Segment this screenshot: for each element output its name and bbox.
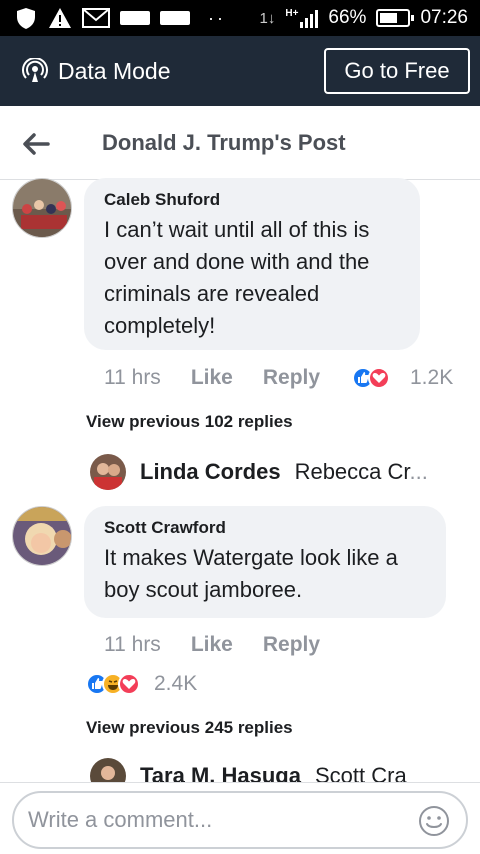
- reaction-summary[interactable]: 1.2K: [352, 366, 453, 390]
- view-previous-replies-link[interactable]: View previous 245 replies: [86, 718, 293, 738]
- reply-button[interactable]: Reply: [263, 633, 320, 657]
- signal-icon: H+: [285, 8, 319, 28]
- data-mode-label: Data Mode: [58, 57, 171, 84]
- notification-icon: [160, 11, 190, 25]
- love-reaction-icon: [368, 367, 390, 389]
- comment-time: 11 hrs: [104, 366, 161, 389]
- like-button[interactable]: Like: [191, 633, 233, 657]
- data-mode-bar: Data Mode Go to Free: [0, 36, 480, 106]
- reply-author: Linda Cordes: [140, 459, 281, 484]
- comment-actions: 11 hrs Like Reply: [104, 633, 350, 657]
- page-title: Donald J. Trump's Post: [102, 130, 346, 155]
- status-bar: ·· 1↓ H+ 66% 07:26: [0, 0, 480, 36]
- comment-bubble: Scott Crawford It makes Watergate look l…: [84, 506, 446, 618]
- status-notifications: ··: [14, 6, 226, 30]
- comment-author[interactable]: Scott Crawford: [104, 518, 426, 538]
- reaction-count: 2.4K: [154, 672, 198, 695]
- view-previous-replies-link[interactable]: View previous 102 replies: [86, 412, 293, 432]
- avatar[interactable]: [12, 506, 72, 566]
- gmail-icon: [82, 8, 110, 28]
- reaction-summary[interactable]: 2.4K: [86, 672, 197, 696]
- post-header: Donald J. Trump's Post: [0, 106, 480, 180]
- go-to-free-button[interactable]: Go to Free: [324, 48, 470, 94]
- comment-input[interactable]: [28, 801, 408, 839]
- data-arrows: 1↓: [259, 9, 276, 27]
- comment-composer: [12, 791, 468, 849]
- reply-text: Rebecca Cr: [294, 459, 410, 484]
- comment-author[interactable]: Caleb Shuford: [104, 190, 400, 210]
- reply-preview[interactable]: Linda Cordes Rebecca Cr...: [90, 454, 428, 490]
- battery-percent: 66%: [328, 7, 367, 28]
- broadcast-icon: [22, 58, 48, 82]
- reply-button[interactable]: Reply: [263, 366, 320, 390]
- reply-ellipsis: ...: [409, 459, 428, 484]
- status-right: 1↓ H+ 66% 07:26: [260, 0, 468, 36]
- network-type: H+: [285, 8, 299, 19]
- data-mode-label-group: Data Mode: [22, 36, 171, 106]
- comment-actions: 11 hrs Like Reply: [104, 366, 350, 390]
- love-reaction-icon: [118, 673, 140, 695]
- battery-icon: [376, 9, 415, 27]
- emoji-icon[interactable]: [418, 805, 450, 837]
- avatar[interactable]: [12, 178, 72, 238]
- like-button[interactable]: Like: [191, 366, 233, 390]
- more-dots-icon: ··: [208, 7, 226, 28]
- comment-text: It makes Watergate look like a boy scout…: [104, 545, 398, 602]
- warning-icon: [49, 8, 71, 28]
- back-arrow-icon[interactable]: [20, 128, 52, 160]
- shield-icon: [17, 8, 35, 29]
- notification-icon: [120, 11, 150, 25]
- comment-time: 11 hrs: [104, 633, 161, 656]
- comment-composer-bar: [0, 782, 480, 854]
- comment-text: I can’t wait until all of this is over a…: [104, 217, 370, 338]
- clock: 07:26: [420, 7, 468, 28]
- avatar: [90, 454, 126, 490]
- reaction-count: 1.2K: [410, 366, 454, 389]
- comment-bubble: Caleb Shuford I can’t wait until all of …: [84, 178, 420, 350]
